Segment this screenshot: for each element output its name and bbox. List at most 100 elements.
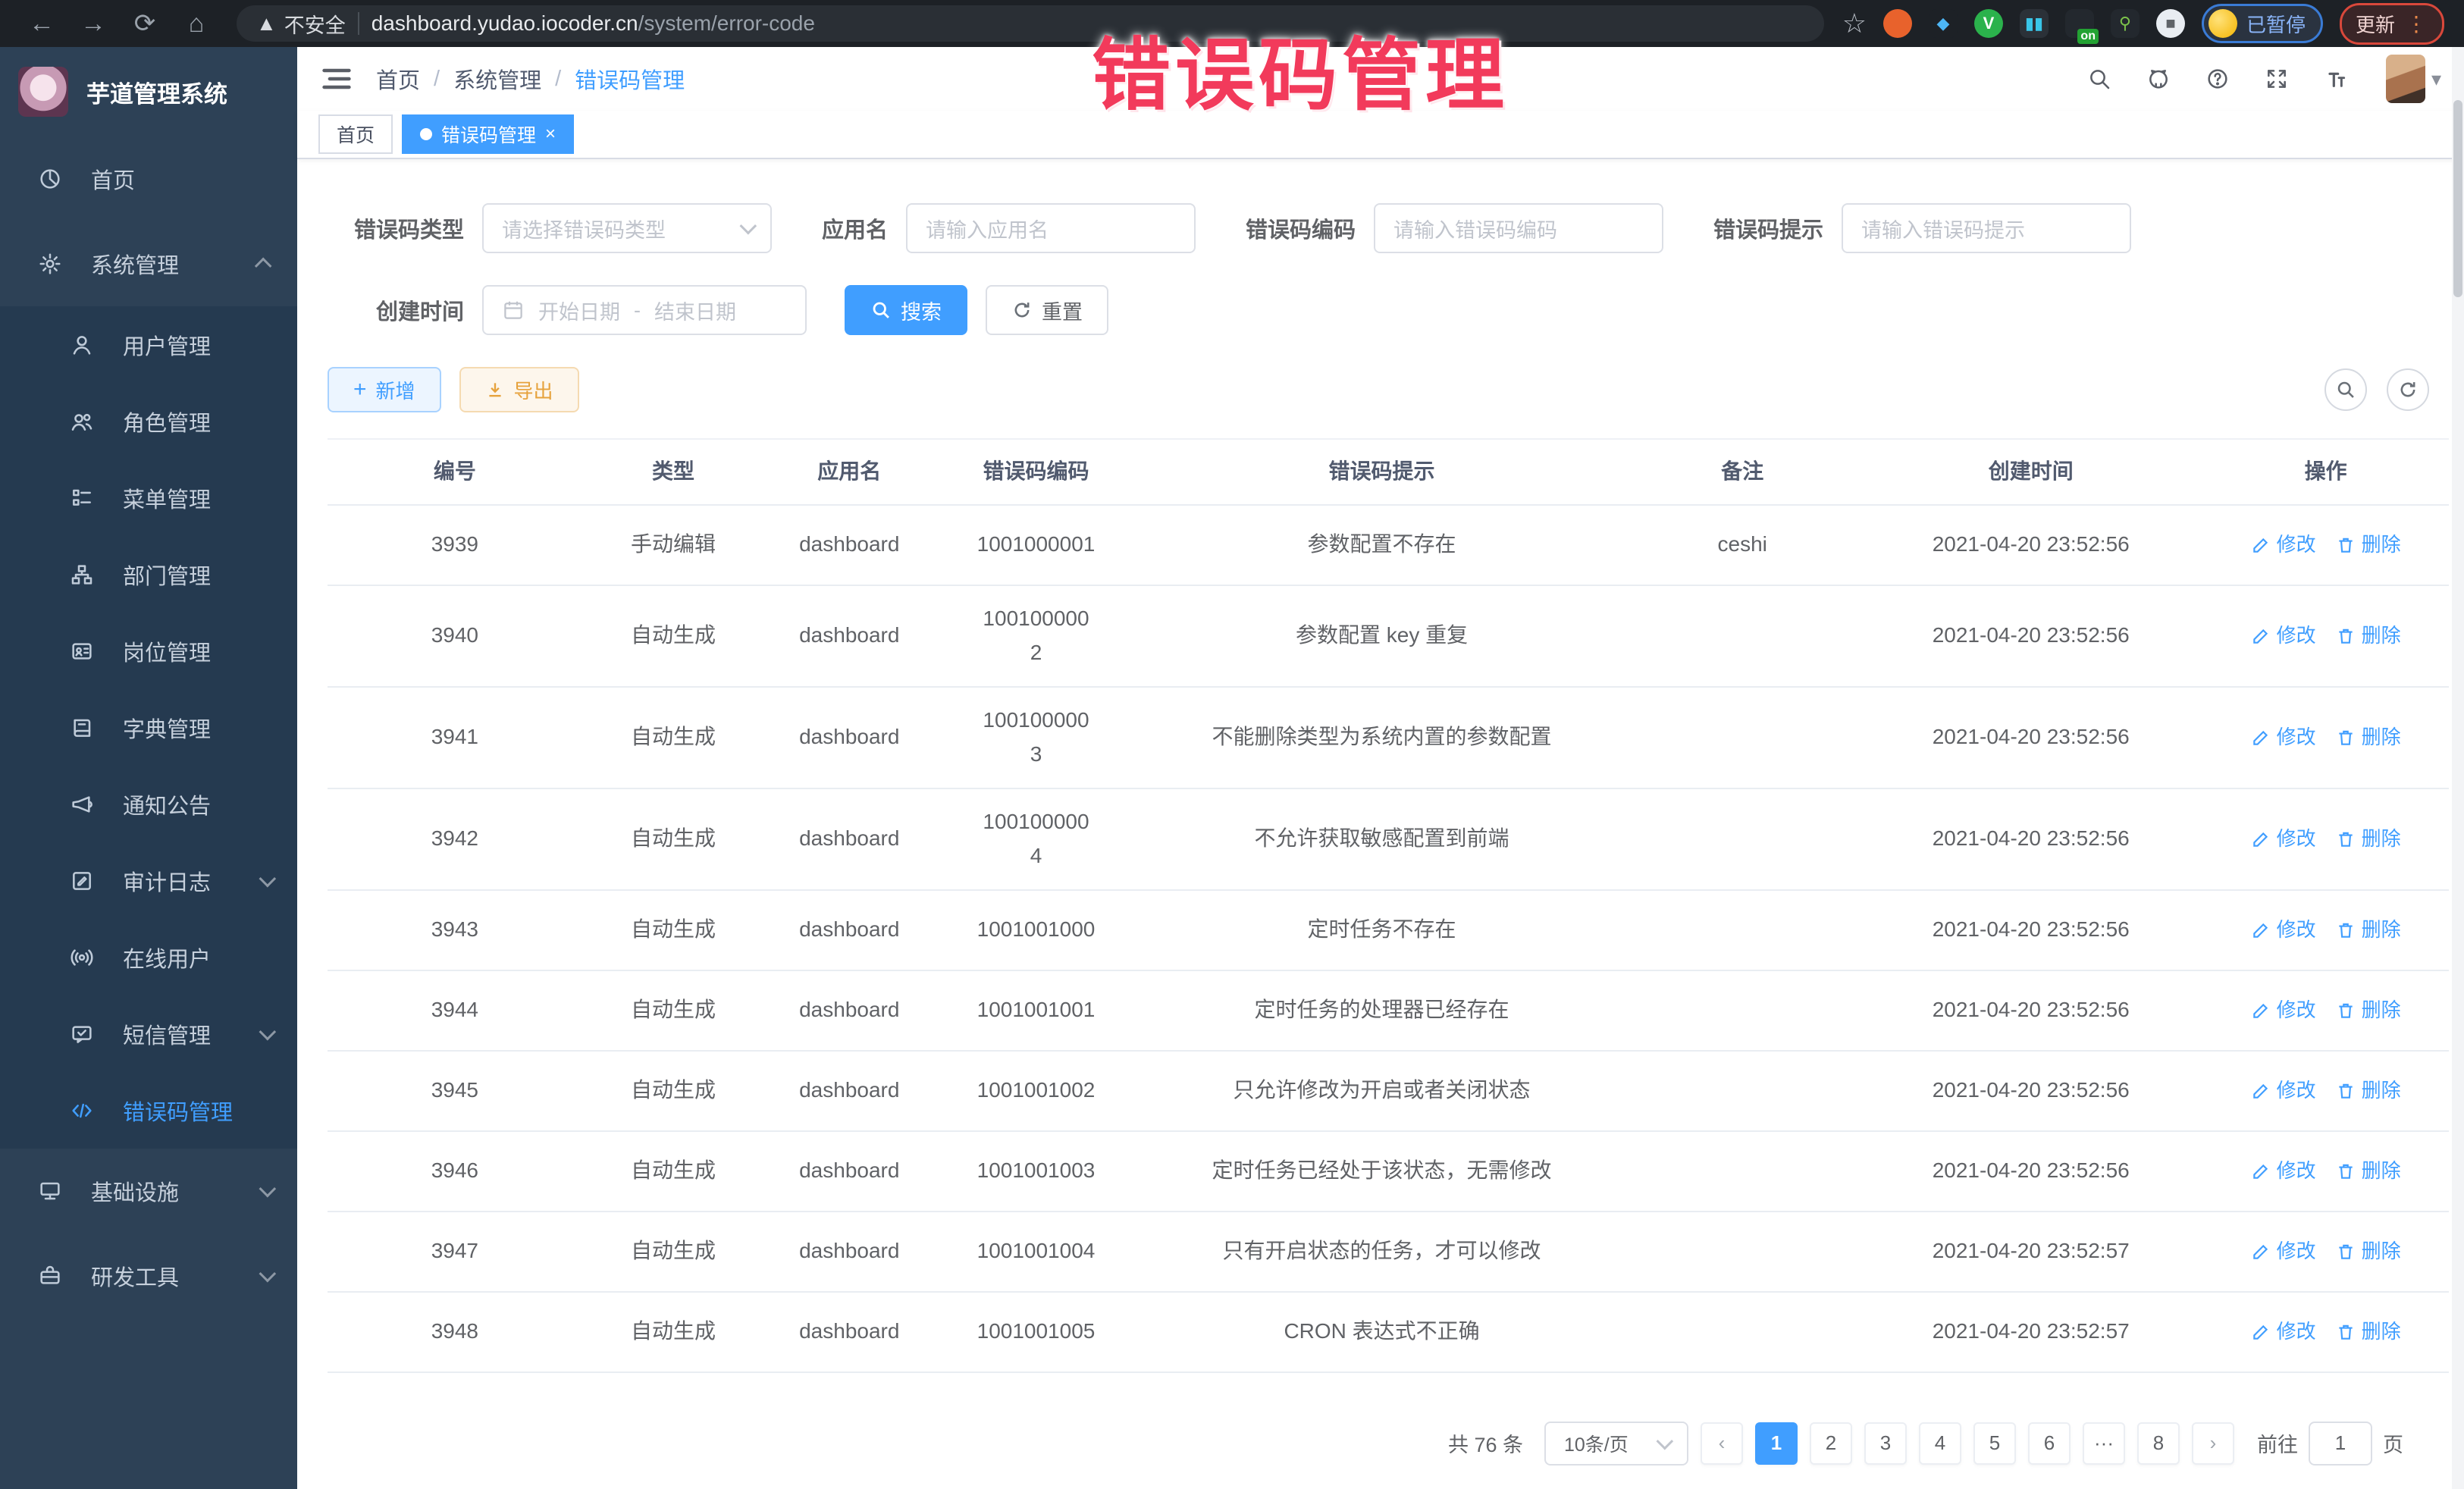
- edit-link[interactable]: 修改: [2251, 1236, 2316, 1268]
- page-button-5[interactable]: 5: [1973, 1422, 2016, 1465]
- sidebar-item-label: 菜单管理: [123, 482, 271, 514]
- app-name-input[interactable]: 请输入应用名: [906, 203, 1196, 253]
- sidebar-item-11[interactable]: 短信管理: [0, 995, 297, 1072]
- extension-icon[interactable]: ▮▮: [2020, 9, 2049, 38]
- sidebar-item-13[interactable]: 基础设施: [0, 1149, 297, 1234]
- sidebar-item-label: 审计日志: [123, 865, 259, 897]
- delete-link[interactable]: 删除: [2336, 1075, 2401, 1107]
- page-ellipsis[interactable]: ···: [2083, 1422, 2125, 1465]
- security-chip[interactable]: ▲ 不安全: [256, 9, 346, 39]
- edit-link[interactable]: 修改: [2251, 1316, 2316, 1348]
- page-button-3[interactable]: 3: [1864, 1422, 1907, 1465]
- sidebar-item-8[interactable]: 通知公告: [0, 766, 297, 842]
- breadcrumb-system[interactable]: 系统管理: [453, 63, 541, 95]
- export-button[interactable]: 导出: [459, 367, 579, 412]
- error-code-input[interactable]: 请输入错误码编码: [1374, 203, 1663, 253]
- date-range-picker[interactable]: 开始日期 - 结束日期: [482, 285, 807, 335]
- edit-link[interactable]: 修改: [2251, 914, 2316, 946]
- edit-link[interactable]: 修改: [2251, 1075, 2316, 1107]
- refresh-button[interactable]: [2387, 368, 2429, 411]
- extension-icon[interactable]: ◆: [1929, 9, 1958, 38]
- prev-page-button[interactable]: ‹: [1701, 1422, 1743, 1465]
- error-type-select[interactable]: 请选择错误码类型: [482, 203, 772, 253]
- page-size-select[interactable]: 10条/页: [1544, 1422, 1688, 1465]
- sidebar-item-10[interactable]: 在线用户: [0, 919, 297, 995]
- edit-link[interactable]: 修改: [2251, 995, 2316, 1027]
- browser-profile-chip[interactable]: 已暂停: [2202, 4, 2323, 43]
- extension-icon[interactable]: ⚲: [2111, 9, 2140, 38]
- fullscreen-icon[interactable]: [2262, 64, 2292, 94]
- help-icon[interactable]: [2202, 64, 2233, 94]
- delete-link[interactable]: 删除: [2336, 995, 2401, 1027]
- sidebar-item-3[interactable]: 角色管理: [0, 383, 297, 459]
- delete-link[interactable]: 删除: [2336, 722, 2401, 754]
- back-icon[interactable]: ←: [20, 5, 64, 42]
- sidebar-item-12[interactable]: 错误码管理: [0, 1072, 297, 1149]
- sidebar-item-5[interactable]: 部门管理: [0, 536, 297, 613]
- extension-icon[interactable]: [2065, 9, 2094, 38]
- toggle-search-button[interactable]: [2324, 368, 2367, 411]
- goto-page-input[interactable]: 1: [2309, 1422, 2372, 1465]
- reset-button[interactable]: 重置: [986, 285, 1108, 335]
- search-icon[interactable]: [2084, 64, 2114, 94]
- edit-link[interactable]: 修改: [2251, 1155, 2316, 1187]
- font-size-icon[interactable]: [2321, 64, 2351, 94]
- sidebar-item-6[interactable]: 岗位管理: [0, 613, 297, 689]
- error-type-label: 错误码类型: [328, 212, 464, 244]
- sidebar-item-2[interactable]: 用户管理: [0, 306, 297, 383]
- delete-link[interactable]: 删除: [2336, 529, 2401, 561]
- sidebar-item-label: 短信管理: [123, 1018, 259, 1050]
- hamburger-icon[interactable]: [320, 62, 353, 96]
- sidebar-item-4[interactable]: 菜单管理: [0, 459, 297, 536]
- delete-link[interactable]: 删除: [2336, 1155, 2401, 1187]
- page-button-8[interactable]: 8: [2137, 1422, 2180, 1465]
- cell-actions: 修改删除: [2202, 523, 2449, 567]
- scrollbar-thumb[interactable]: [2453, 100, 2462, 297]
- extension-icon[interactable]: [1883, 9, 1912, 38]
- sidebar-item-9[interactable]: 审计日志: [0, 842, 297, 919]
- tab-home[interactable]: 首页: [318, 114, 393, 154]
- error-hint-input[interactable]: 请输入错误码提示: [1842, 203, 2131, 253]
- delete-link[interactable]: 删除: [2336, 1236, 2401, 1268]
- sidebar-item-0[interactable]: 首页: [0, 136, 297, 221]
- delete-link[interactable]: 删除: [2336, 1316, 2401, 1348]
- edit-link[interactable]: 修改: [2251, 529, 2316, 561]
- forward-icon[interactable]: →: [71, 5, 115, 42]
- search-button[interactable]: 搜索: [845, 285, 967, 335]
- tab-error-code[interactable]: 错误码管理 ×: [402, 114, 574, 154]
- edit-link[interactable]: 修改: [2251, 722, 2316, 754]
- address-bar[interactable]: ▲ 不安全 dashboard.yudao.iocoder.cn/system/…: [237, 5, 1824, 42]
- page-button-6[interactable]: 6: [2028, 1422, 2071, 1465]
- edit-link[interactable]: 修改: [2251, 823, 2316, 855]
- page-button-1[interactable]: 1: [1755, 1422, 1798, 1465]
- bookmark-star-icon[interactable]: ☆: [1842, 8, 1867, 39]
- delete-link[interactable]: 删除: [2336, 823, 2401, 855]
- page-button-2[interactable]: 2: [1810, 1422, 1852, 1465]
- logo-row[interactable]: 芋道管理系统: [0, 47, 297, 136]
- sidebar-item-14[interactable]: 研发工具: [0, 1234, 297, 1318]
- next-page-button[interactable]: ›: [2192, 1422, 2234, 1465]
- edit-link[interactable]: 修改: [2251, 620, 2316, 652]
- home-icon[interactable]: ⌂: [174, 5, 218, 42]
- extension-icon[interactable]: V: [1974, 9, 2003, 38]
- page-button-4[interactable]: 4: [1919, 1422, 1961, 1465]
- sidebar-item-7[interactable]: 字典管理: [0, 689, 297, 766]
- breadcrumb-current: 错误码管理: [575, 63, 685, 95]
- browser-update-button[interactable]: 更新 ⋮: [2340, 3, 2444, 45]
- github-icon[interactable]: [2143, 64, 2174, 94]
- reload-icon[interactable]: ⟳: [123, 5, 167, 42]
- delete-link[interactable]: 删除: [2336, 620, 2401, 652]
- menu-kebab-icon[interactable]: ⋮: [2406, 11, 2428, 36]
- scrollbar[interactable]: [2452, 47, 2464, 1489]
- cell-time: 2021-04-20 23:52:56: [1859, 816, 2202, 862]
- breadcrumb-home[interactable]: 首页: [376, 63, 420, 95]
- add-button[interactable]: + 新增: [328, 367, 441, 412]
- caret-down-icon[interactable]: ▾: [2431, 67, 2441, 91]
- close-icon[interactable]: ×: [545, 124, 556, 145]
- start-date-input[interactable]: 开始日期: [538, 296, 620, 325]
- puzzle-extensions-icon[interactable]: ■: [2156, 9, 2185, 38]
- delete-link[interactable]: 删除: [2336, 914, 2401, 946]
- user-avatar[interactable]: [2386, 55, 2425, 103]
- sidebar-item-1[interactable]: 系统管理: [0, 221, 297, 306]
- end-date-input[interactable]: 结束日期: [654, 296, 736, 325]
